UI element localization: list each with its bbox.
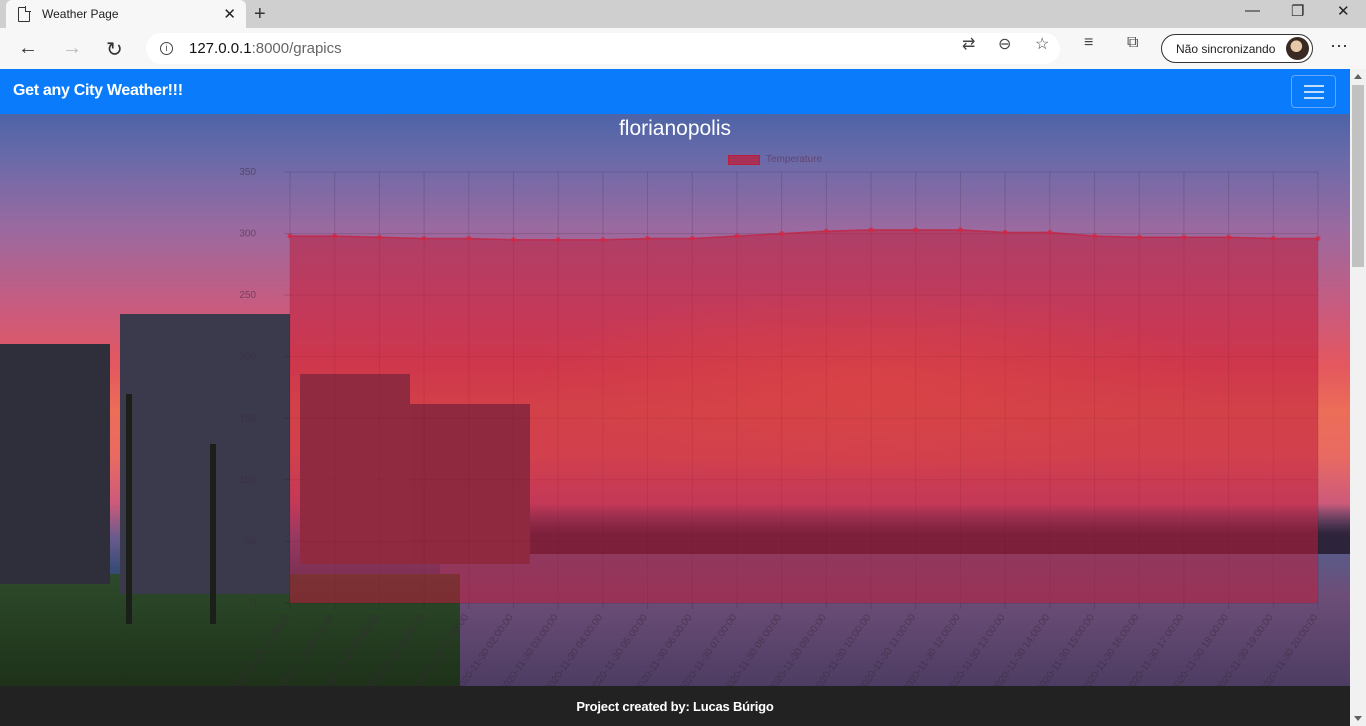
new-tab-icon[interactable]: + [254, 3, 266, 26]
navbar-toggler-button[interactable] [1291, 75, 1336, 108]
info-icon[interactable]: i [160, 42, 173, 55]
profile-sync-button[interactable]: Não sincronizando [1161, 34, 1313, 63]
data-point [332, 233, 338, 239]
refresh-icon[interactable]: ↻ [106, 37, 123, 62]
data-point [1270, 235, 1276, 241]
browser-tab[interactable]: Weather Page ✕ [6, 0, 246, 28]
sync-label: Não sincronizando [1176, 41, 1276, 56]
scroll-down-icon[interactable] [1354, 716, 1362, 721]
tab-title: Weather Page [42, 7, 119, 21]
y-tick-label: 200 [239, 352, 256, 363]
data-point [1181, 234, 1187, 240]
url-path: :8000/grapics [251, 40, 342, 57]
data-point [421, 235, 427, 241]
data-point [376, 234, 382, 240]
favorite-star-icon[interactable]: ☆ [1035, 34, 1049, 54]
data-point [645, 235, 651, 241]
data-point [913, 227, 919, 233]
data-point [823, 228, 829, 234]
footer-credit: Project created by: Lucas Búrigo [576, 699, 774, 714]
close-tab-icon[interactable]: ✕ [223, 5, 236, 23]
navbar: Get any City Weather!!! [0, 69, 1350, 114]
y-tick-label: 300 [239, 229, 256, 240]
more-options-icon[interactable]: ⋯ [1330, 36, 1349, 57]
y-tick-label: 250 [239, 290, 256, 301]
y-tick-label: 100 [239, 475, 256, 486]
footer: Project created by: Lucas Búrigo [0, 686, 1350, 726]
data-point [287, 233, 293, 239]
page-viewport: Get any City Weather!!! florianopolis Te… [0, 69, 1350, 726]
temperature-area [290, 229, 1318, 603]
translate-icon[interactable]: ⇄ [962, 34, 975, 54]
y-tick-label: 150 [239, 413, 256, 424]
address-bar[interactable]: i 127.0.0.1:8000/grapics [146, 33, 1060, 64]
avatar [1286, 37, 1309, 60]
data-point [734, 233, 740, 239]
forward-icon[interactable]: → [62, 37, 82, 60]
browser-toolbar: ← → ↻ i 127.0.0.1:8000/grapics ⇄ ⊖ ☆ ≡ ⧉… [0, 28, 1366, 69]
data-point [555, 237, 561, 243]
y-tick-label: 0 [250, 598, 256, 609]
data-point [779, 231, 785, 237]
restore-icon[interactable]: ❐ [1291, 2, 1304, 20]
browser-tab-strip: Weather Page ✕ + — ❐ ✕ [0, 0, 1366, 28]
brand-link[interactable]: Get any City Weather!!! [13, 82, 183, 100]
page-icon [18, 6, 31, 22]
data-point [510, 237, 516, 243]
back-icon[interactable]: ← [18, 37, 38, 60]
window-close-icon[interactable]: ✕ [1337, 2, 1350, 20]
scrollbar-thumb[interactable] [1352, 85, 1364, 267]
data-point [868, 227, 874, 233]
temperature-chart: 0501001502002503003502020-11-29 21:00:00… [231, 167, 1321, 686]
data-point [957, 227, 963, 233]
url-host: 127.0.0.1 [189, 40, 252, 57]
data-point [600, 237, 606, 243]
data-point [466, 235, 472, 241]
zoom-out-icon[interactable]: ⊖ [998, 34, 1011, 54]
data-point [1315, 235, 1321, 241]
minimize-icon[interactable]: — [1245, 2, 1260, 19]
background-photo: florianopolis Temperature 0 50 100 150 200 25… [0, 114, 1350, 686]
data-point [1092, 233, 1098, 239]
data-point [689, 235, 695, 241]
data-point [1047, 229, 1053, 235]
favorites-list-icon[interactable]: ≡ [1084, 34, 1093, 52]
data-point [1002, 229, 1008, 235]
y-tick-label: 350 [239, 167, 256, 178]
data-point [1226, 234, 1232, 240]
y-tick-label: 50 [245, 536, 257, 547]
data-point [1136, 234, 1142, 240]
scroll-up-icon[interactable] [1354, 74, 1362, 79]
collections-icon[interactable]: ⧉ [1127, 34, 1138, 52]
page-scrollbar[interactable] [1350, 69, 1366, 726]
